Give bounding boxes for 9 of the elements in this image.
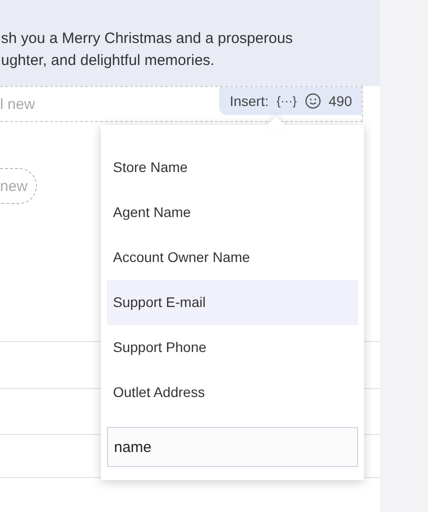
menu-item[interactable]: Account Owner Name bbox=[107, 235, 358, 280]
message-text: ughter, and delightful memories. bbox=[1, 51, 216, 71]
search-field[interactable]: name bbox=[107, 427, 358, 467]
menu-item[interactable]: Support E-mail bbox=[107, 280, 358, 325]
menu-item[interactable]: Outlet Address bbox=[107, 370, 358, 415]
message-text: sh you a Merry Christmas and a prosperous bbox=[1, 29, 294, 49]
menu-item[interactable]: Support Phone bbox=[107, 325, 358, 370]
menu-item[interactable]: Agent Name bbox=[107, 190, 358, 235]
menu-item[interactable]: Store Name bbox=[107, 145, 358, 190]
